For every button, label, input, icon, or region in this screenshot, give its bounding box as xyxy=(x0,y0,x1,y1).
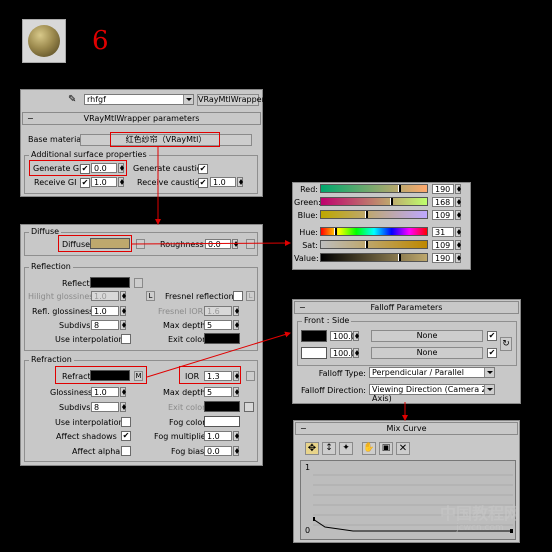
watermark-title: 中国教程网 xyxy=(440,504,521,523)
watermark: 中国教程网 jcwcn.com xyxy=(440,504,521,534)
watermark-url: jcwcn.com xyxy=(456,523,504,533)
arrow-diffuse-to-color xyxy=(131,240,291,247)
annotation-arrows xyxy=(131,146,408,421)
arrow-refract-to-falloff xyxy=(146,331,291,378)
